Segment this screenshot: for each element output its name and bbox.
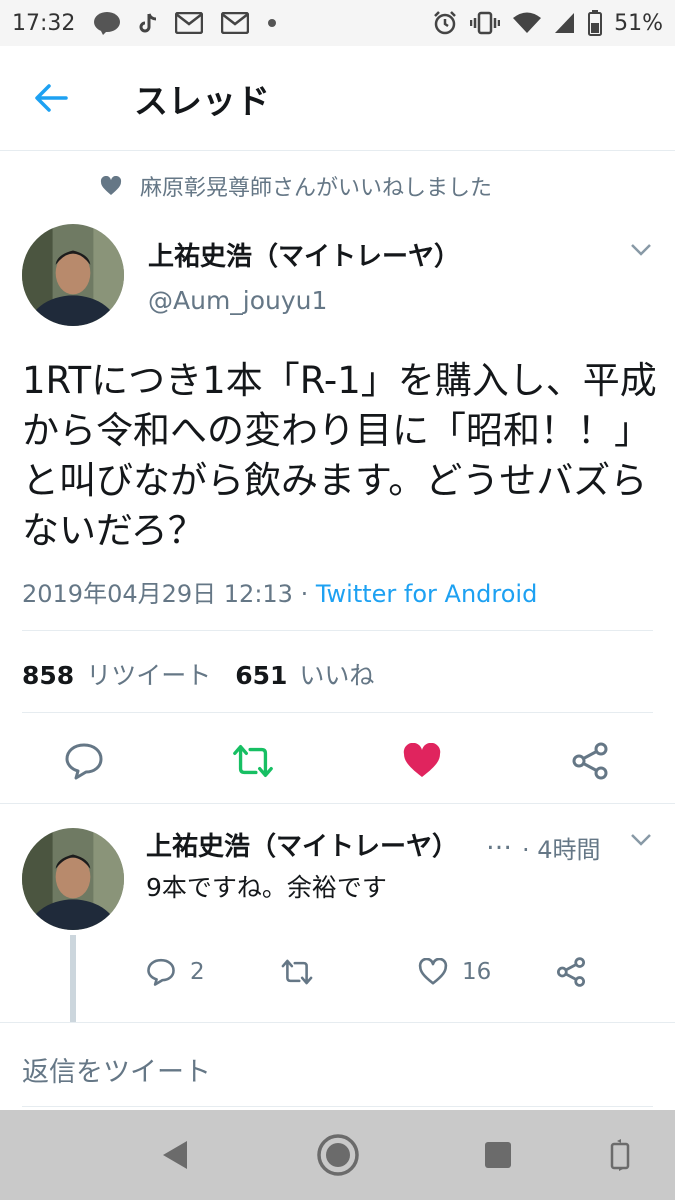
reply-compose-input[interactable]: 返信をツイート — [22, 1050, 211, 1089]
nav-rotate-button[interactable] — [600, 1110, 640, 1200]
share-button[interactable] — [568, 736, 612, 786]
divider — [22, 712, 653, 713]
share-icon — [556, 957, 586, 987]
nav-home-button[interactable] — [310, 1110, 366, 1200]
social-context[interactable]: 麻原彰晃尊師さんがいいねしました — [100, 170, 492, 202]
heart-icon — [418, 958, 448, 985]
retweet-stat[interactable]: 858 リツイート — [22, 656, 211, 692]
battery-percent: 51% — [614, 10, 663, 36]
like-stat[interactable]: 651 いいね — [235, 656, 374, 692]
meta-separator: · — [292, 580, 316, 608]
vibrate-icon — [470, 11, 501, 35]
reply-avatar[interactable] — [22, 828, 124, 930]
reply-actions: 2 16 — [0, 952, 675, 992]
reply-author-name[interactable]: 上祐史浩（マイトレーヤ） — [146, 826, 458, 863]
reply-button[interactable] — [62, 736, 106, 786]
author-handle[interactable]: @Aum_jouyu1 — [148, 286, 327, 315]
tweet-text: 1RTにつき1本「R-1」を購入し、平成から令和への変わり目に「昭和！！」と叫び… — [22, 359, 657, 552]
divider — [22, 630, 653, 631]
liked-by-text: 麻原彰晃尊師さんがいいねしました — [140, 176, 493, 201]
square-recents-icon — [485, 1142, 511, 1168]
battery-icon — [588, 10, 603, 36]
wifi-icon — [512, 11, 542, 35]
rotate-icon — [610, 1139, 630, 1171]
status-bar: 17:32 51% — [0, 0, 675, 46]
tweet-timestamp[interactable]: 2019年04月29日 12:13 — [22, 580, 293, 608]
reply-retweet-button[interactable] — [280, 952, 314, 992]
page-title: スレッド — [134, 81, 270, 122]
back-button[interactable] — [34, 83, 104, 113]
arrow-left-icon — [35, 84, 68, 112]
status-time: 17:32 — [12, 10, 76, 36]
like-count: 651 — [235, 661, 288, 690]
reply-menu-button[interactable] — [630, 832, 652, 851]
heart-filled-icon — [403, 743, 441, 777]
au-mail-icon — [221, 12, 250, 34]
chevron-down-icon — [631, 244, 651, 256]
cell-signal-icon — [554, 11, 576, 35]
author-name[interactable]: 上祐史浩（マイトレーヤ） — [148, 236, 460, 273]
reply-name-ellipsis: … — [486, 826, 512, 856]
divider — [22, 1106, 653, 1107]
avatar[interactable] — [22, 224, 124, 326]
like-label: いいね — [299, 661, 375, 690]
divider — [0, 803, 675, 804]
tweet-source[interactable]: Twitter for Android — [316, 580, 537, 608]
share-icon — [572, 742, 608, 780]
divider — [0, 1022, 675, 1023]
reply-like-button[interactable]: 16 — [418, 952, 491, 992]
alarm-icon — [432, 10, 458, 36]
circle-home-icon — [317, 1134, 359, 1176]
nav-back-button[interactable] — [150, 1110, 200, 1200]
reply-icon — [65, 743, 103, 780]
tiktok-icon — [139, 12, 157, 34]
dot-icon — [267, 18, 277, 28]
reply-like-count: 16 — [462, 959, 492, 985]
reply-icon — [147, 958, 175, 986]
heart-icon — [100, 176, 122, 195]
reply-text: 9本ですね。余裕です — [146, 873, 387, 902]
retweet-icon — [233, 744, 273, 778]
nav-recents-button[interactable] — [478, 1110, 518, 1200]
retweet-count: 858 — [22, 661, 75, 690]
chevron-down-icon — [631, 834, 651, 846]
reply-reply-button[interactable]: 2 — [146, 952, 205, 992]
tweet-menu-button[interactable] — [630, 242, 652, 261]
reply-time[interactable]: · 4時間 — [522, 830, 601, 865]
like-button[interactable] — [400, 736, 444, 786]
system-nav-bar — [0, 1110, 675, 1200]
top-app-bar: スレッド — [0, 46, 675, 151]
retweet-icon — [281, 959, 313, 985]
tweet-meta: 2019年04月29日 12:13 · Twitter for Android — [22, 574, 537, 609]
au-mail-icon — [175, 12, 204, 34]
retweet-label: リツイート — [86, 661, 212, 690]
retweet-button[interactable] — [231, 736, 275, 786]
reply-share-button[interactable] — [556, 952, 586, 992]
triangle-back-icon — [163, 1141, 187, 1169]
tweet-actions — [0, 736, 675, 786]
reply-reply-count: 2 — [190, 959, 205, 985]
line-app-icon — [93, 11, 121, 35]
tweet-stats: 858 リツイート 651 いいね — [22, 656, 374, 692]
